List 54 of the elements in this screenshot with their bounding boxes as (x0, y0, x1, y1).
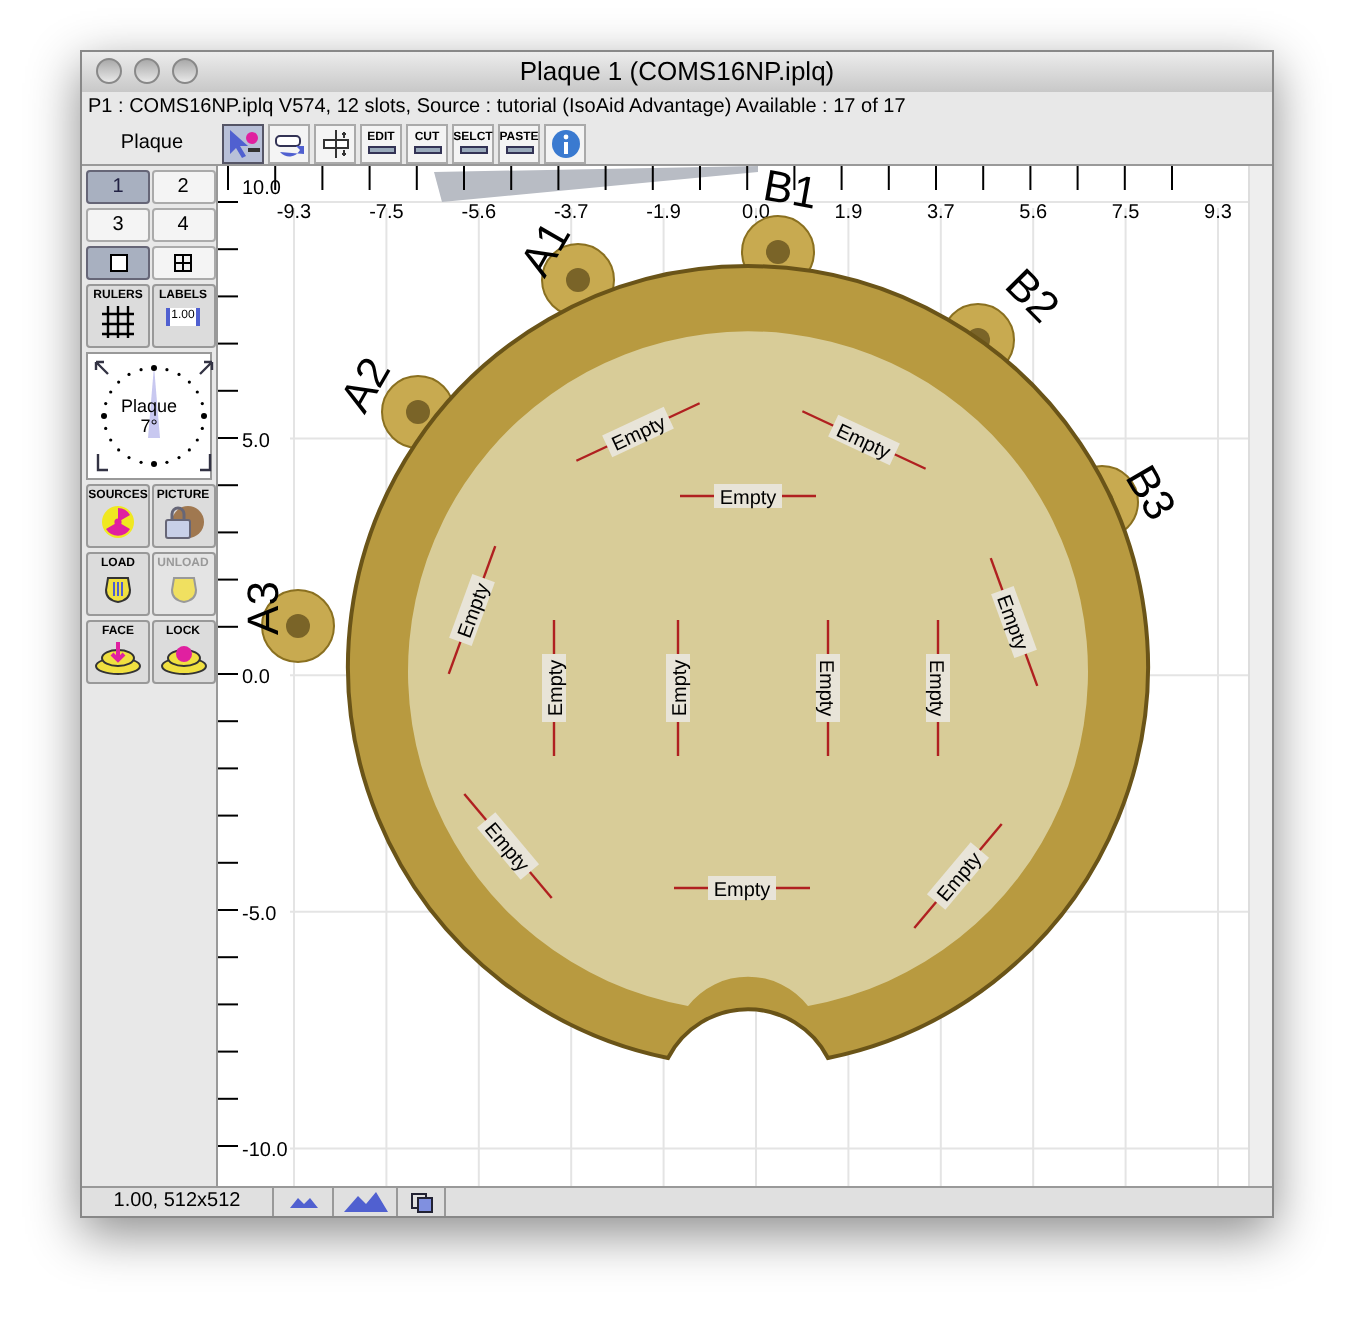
y-axis-label: 0.0 (242, 667, 270, 690)
pointer-icon (225, 127, 261, 159)
y-axis-label: 10.0 (242, 178, 281, 200)
plaque-stack-icon (94, 640, 142, 676)
dial-angle: 7° (140, 416, 158, 436)
plaque-tab[interactable]: 1 (86, 170, 150, 204)
large-mountain-icon (343, 1192, 387, 1212)
window-control-button[interactable] (134, 58, 160, 84)
grid-view-button[interactable] (151, 246, 215, 280)
info-icon (549, 127, 581, 159)
radiation-icon (100, 504, 136, 540)
spacing-button[interactable] (314, 123, 356, 163)
y-axis-label: -5.0 (242, 903, 277, 926)
overlap-squares-icon (409, 1191, 433, 1213)
x-axis-label: 9.3 (1204, 202, 1232, 224)
pointer-button[interactable] (222, 123, 264, 163)
x-axis-label: 7.5 (1111, 202, 1140, 224)
rotate-button[interactable] (268, 123, 310, 163)
single-view-button[interactable] (86, 246, 150, 280)
plaque-tab[interactable]: 2 (151, 170, 215, 204)
plaque-tab[interactable]: 3 (86, 208, 150, 242)
dial-ticks-drawing (92, 358, 216, 474)
x-axis-label: -5.6 (461, 202, 497, 224)
plaque-tab[interactable]: 4 (151, 208, 215, 242)
rotation-dial[interactable]: Plaque 7° (86, 352, 212, 480)
row-label: A3 (238, 581, 288, 635)
y-axis-label: 5.0 (242, 430, 270, 453)
spacing-icon (317, 127, 353, 159)
badge-icon (102, 572, 134, 604)
y-axis-label: -10.0 (242, 1140, 288, 1163)
dial-label: Plaque (120, 396, 178, 416)
lock-photo-icon (161, 504, 205, 540)
scrollbar[interactable] (1248, 166, 1272, 1186)
grid-icon (100, 304, 136, 340)
row-label: B3 (1115, 456, 1187, 529)
scale-readout: 1.00, 512x512 (82, 1188, 274, 1216)
info-button[interactable] (544, 123, 586, 163)
x-axis-label: 0.0 (742, 202, 770, 224)
window-control-button[interactable] (96, 58, 122, 84)
x-axis-label: 5.6 (1019, 202, 1048, 224)
row-label: B2 (995, 258, 1070, 333)
x-axis-label: -3.7 (553, 202, 589, 224)
x-axis-label: -1.9 (646, 202, 681, 224)
x-axis-label: 3.7 (926, 202, 955, 224)
window-title: Plaque 1 (COMS16NP.iplq) (519, 54, 835, 91)
x-axis-label: -9.3 (276, 202, 312, 224)
row-label: A2 (329, 348, 401, 421)
badge-icon (167, 572, 199, 604)
x-axis-label: -7.5 (369, 202, 404, 224)
window-control-button[interactable] (172, 58, 198, 84)
small-mountain-icon (289, 1196, 317, 1208)
toolbar-label: Plaque (118, 130, 186, 158)
x-axis-label: 1.9 (834, 202, 863, 224)
plaque-stack-icon (159, 640, 207, 676)
